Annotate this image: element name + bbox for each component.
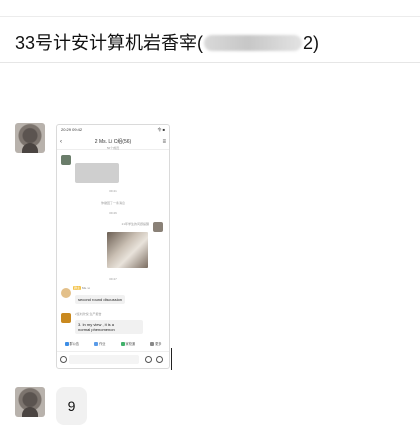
plus-icon [156,356,163,363]
phone-sender-2: 2班刘欣悦 生产报告 [75,312,102,316]
chat-title-prefix: 33号计安计算机岩香宰( [15,33,204,53]
phone-bubble-2: 3. In my view , it is a normal phenomeno… [75,320,143,334]
more-icon [150,342,155,346]
phone-bubble-1: second round discussion [75,295,126,304]
phone-status-bar: 20:29 09:42 令 ■ [57,125,169,134]
phone-input-box [69,355,139,364]
phone-avatar-2 [153,222,163,232]
phone-status-icons: 令 ■ [157,127,165,132]
phone-time: 20:29 09:42 [61,127,83,132]
phone-chat-title: 2 Ms. Li C组(56) [94,139,132,145]
sender-avatar-2[interactable] [15,387,45,417]
phone-tab-1: 群公告 [64,339,80,349]
redacted-number [204,35,303,51]
phone-sender-label: 21年学生的问题提醒 [121,222,149,226]
voice-icon [60,356,67,363]
homework-icon [94,342,99,346]
emoji-icon [145,356,152,363]
school-icon [120,342,125,346]
text-message[interactable]: 9 [56,387,87,425]
phone-tab-1-label: 群公告 [69,342,80,346]
phone-bubble-2-line2: normal phenomenon [78,327,115,332]
phone-time-3: 09:47 [109,277,117,281]
image-message[interactable]: 20:29 09:42 令 ■ ‹ 2 Ms. Li C组(56) ≡ 56个成… [56,124,170,369]
phone-time-1: 09:41 [109,189,117,193]
chat-header: 33号计安计算机岩香宰( 2) [0,16,420,63]
phone-tab-4: 更多 [150,339,161,349]
window-top-bar [0,0,420,17]
phone-tab-4-label: 更多 [155,342,162,346]
sender-avatar[interactable] [15,123,45,153]
chat-title: 33号计安计算机岩香宰( 2) [15,33,319,53]
phone-card-message [75,163,119,183]
phone-input-bar [57,351,169,368]
phone-avatar [61,155,71,165]
phone-chat-subtitle: 56个成员 [106,146,120,150]
chat-title-suffix: 2) [303,33,320,53]
phone-tab-3: 家校通 [120,339,136,349]
phone-system-text: 你撤回了一条消息 [100,201,125,205]
phone-tag: 群主 [73,286,82,290]
phone-tag-row: 群主 Ms. Li [73,286,90,290]
phone-tag-sender: Ms. Li [82,286,91,290]
phone-avatar-4 [61,313,71,323]
text-cursor [171,348,172,370]
phone-tab-3-label: 家校通 [125,342,136,346]
phone-tab-2: 作业 [94,339,105,349]
phone-time-2: 09:46 [109,211,117,215]
megaphone-icon [64,342,69,346]
phone-avatar-3 [61,288,71,298]
phone-photo [107,232,148,268]
phone-tab-2-label: 作业 [99,342,106,346]
phone-tab-bar: 群公告 作业 家校通 更多 [57,339,169,349]
